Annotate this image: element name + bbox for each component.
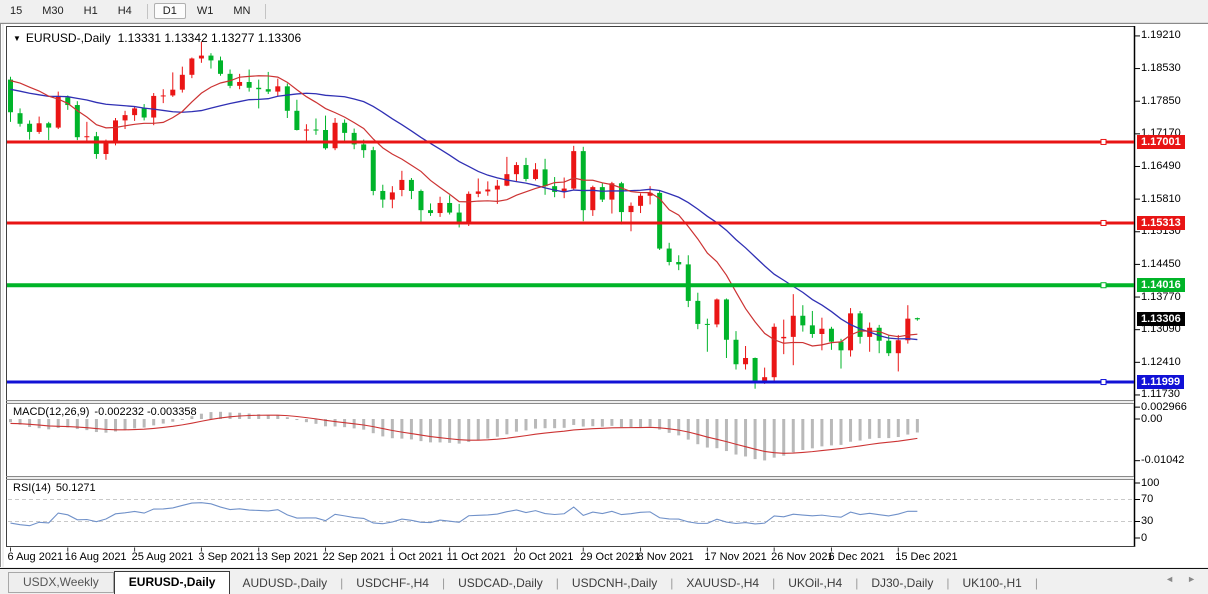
tab-xauusd-h4[interactable]: XAUUSD-,H4 bbox=[674, 573, 771, 594]
tab-ukoil-h4[interactable]: UKOil-,H4 bbox=[776, 573, 854, 594]
date-axis-label: 13 Sep 2021 bbox=[255, 551, 319, 563]
tf-button-d1[interactable]: D1 bbox=[153, 3, 186, 19]
price-axis-label: 1.11730 bbox=[1141, 388, 1180, 401]
date-axis-label: 17 Nov 2021 bbox=[704, 551, 767, 563]
macd-axis-label: -0.01042 bbox=[1141, 454, 1185, 467]
window-edge bbox=[2, 24, 4, 567]
tab-usdx-weekly[interactable]: USDX,Weekly bbox=[8, 572, 114, 593]
rsi-label: RSI(14) 50.1271 bbox=[13, 482, 96, 494]
date-axis-label: 6 Dec 2021 bbox=[828, 551, 885, 563]
chart-ohlc-values: 1.13331 1.13342 1.13277 1.13306 bbox=[117, 31, 302, 45]
date-axis-label: 16 Aug 2021 bbox=[64, 551, 127, 563]
chevron-down-icon[interactable]: ▼ bbox=[13, 34, 21, 43]
chart-symbol-label: EURUSD-,Daily bbox=[25, 31, 111, 45]
tab-usdchf-h4[interactable]: USDCHF-,H4 bbox=[344, 573, 441, 594]
level-price-chip: 1.11999 bbox=[1137, 375, 1185, 390]
date-axis-label: 26 Nov 2021 bbox=[771, 551, 834, 563]
tab-scroll-arrows: ◄ ► bbox=[1165, 574, 1196, 584]
price-axis-label: 1.18530 bbox=[1141, 62, 1181, 75]
tf-button-h4[interactable]: H4 bbox=[109, 3, 141, 19]
macd-values: -0.002232 -0.003358 bbox=[94, 406, 197, 418]
price-axis-label: 1.15810 bbox=[1141, 192, 1181, 205]
tab-uk100-h1[interactable]: UK100-,H1 bbox=[950, 573, 1033, 594]
tf-button-15[interactable]: 15 bbox=[1, 3, 31, 19]
rsi-axis-label: 30 bbox=[1141, 515, 1154, 527]
date-axis-label: 8 Nov 2021 bbox=[637, 551, 694, 563]
date-axis-label: 1 Oct 2021 bbox=[389, 551, 444, 563]
timeframe-toolbar: 15 M30 H1 H4 D1 W1 MN bbox=[0, 0, 1208, 23]
date-axis-label: 29 Oct 2021 bbox=[580, 551, 641, 563]
rsi-axis-label: 0 bbox=[1141, 531, 1148, 544]
chart-title: ▼ EURUSD-,Daily 1.13331 1.13342 1.13277 1.… bbox=[13, 31, 301, 45]
date-axis-label: 20 Oct 2021 bbox=[513, 551, 574, 563]
tf-button-m30[interactable]: M30 bbox=[33, 3, 72, 19]
price-axis-label: 1.12410 bbox=[1141, 355, 1181, 368]
date-axis-label: 6 Aug 2021 bbox=[7, 551, 64, 563]
scroll-left-icon[interactable]: ◄ bbox=[1165, 574, 1174, 584]
current-price-chip: 1.13306 bbox=[1137, 312, 1185, 327]
tab-eurusd-daily[interactable]: EURUSD-,Daily bbox=[113, 571, 231, 594]
level-price-chip: 1.14016 bbox=[1137, 278, 1185, 293]
price-axis-label: 1.16490 bbox=[1141, 159, 1181, 172]
tf-button-mn[interactable]: MN bbox=[224, 3, 259, 19]
date-axis-label: 11 Oct 2021 bbox=[446, 551, 506, 563]
macd-label: MACD(12,26,9) -0.002232 -0.003358 bbox=[13, 406, 197, 418]
price-axis-label: 1.14450 bbox=[1141, 257, 1181, 270]
macd-name: MACD(12,26,9) bbox=[13, 406, 90, 418]
tab-separator: | bbox=[1034, 576, 1038, 590]
level-price-chip: 1.17001 bbox=[1137, 134, 1185, 149]
rsi-axis-label: 70 bbox=[1141, 493, 1154, 505]
scroll-right-icon[interactable]: ► bbox=[1187, 574, 1196, 584]
macd-axis-label: 0.00 bbox=[1141, 412, 1163, 425]
date-axis-label: 22 Sep 2021 bbox=[322, 551, 385, 563]
rsi-axis-label: 100 bbox=[1141, 476, 1160, 489]
price-axis-label: 1.17850 bbox=[1141, 94, 1181, 107]
tab-dj30-daily[interactable]: DJ30-,Daily bbox=[859, 573, 945, 594]
symbol-tabbar: USDX,Weekly EURUSD-,Daily AUDUSD-,Daily | US… bbox=[0, 568, 1208, 594]
toolbar-separator bbox=[146, 3, 148, 19]
chart-window[interactable] bbox=[0, 23, 1208, 567]
rsi-value: 50.1271 bbox=[55, 482, 96, 494]
macd-axis-label: 0.002966 bbox=[1141, 400, 1187, 413]
date-axis-label: 15 Dec 2021 bbox=[895, 551, 958, 563]
tf-button-h1[interactable]: H1 bbox=[75, 3, 107, 19]
price-axis-label: 1.19210 bbox=[1141, 29, 1181, 42]
toolbar-separator bbox=[265, 3, 267, 19]
tab-audusd-daily[interactable]: AUDUSD-,Daily bbox=[230, 573, 339, 594]
price-axis-label: 1.13770 bbox=[1141, 290, 1181, 303]
date-axis-label: 3 Sep 2021 bbox=[198, 551, 255, 563]
tab-usdcad-daily[interactable]: USDCAD-,Daily bbox=[446, 573, 555, 594]
mt4-terminal: { "toolbar": { "timeframes": ["15", "M30… bbox=[0, 0, 1208, 594]
level-price-chip: 1.15313 bbox=[1137, 215, 1185, 230]
date-axis-label: 25 Aug 2021 bbox=[131, 551, 194, 563]
tab-usdcnh-daily[interactable]: USDCNH-,Daily bbox=[560, 573, 669, 594]
tf-button-w1[interactable]: W1 bbox=[188, 3, 223, 19]
rsi-name: RSI(14) bbox=[13, 482, 51, 494]
